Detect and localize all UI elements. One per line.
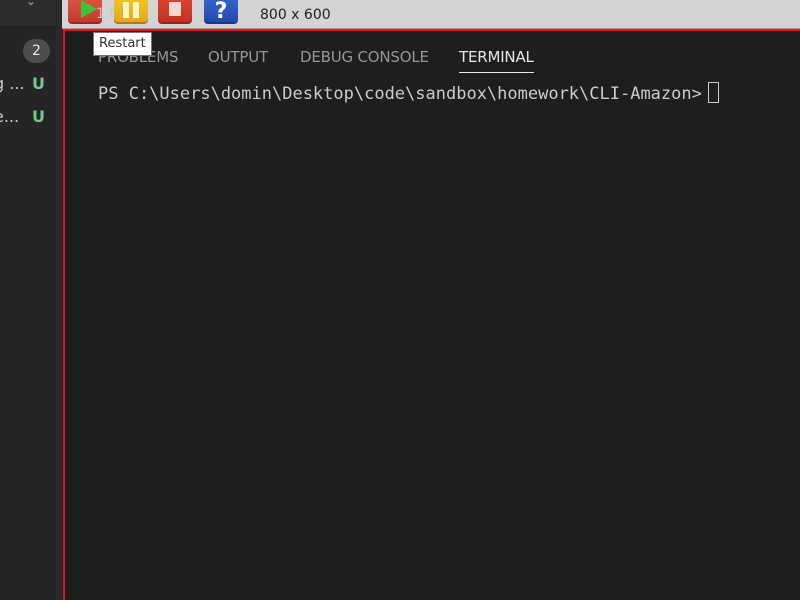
tab-terminal[interactable]: TERMINAL [459, 46, 534, 73]
git-status-untracked: U [32, 107, 45, 126]
changes-count-badge: 2 [23, 39, 50, 63]
capture-dimensions: 800 x 600 [260, 7, 331, 23]
restart-tooltip: Restart [93, 32, 152, 56]
play-icon [81, 0, 97, 18]
sidebar-divider [56, 0, 62, 600]
file-list-item[interactable]: g ... U [0, 73, 56, 95]
pause-icon [133, 2, 139, 18]
stop-icon [169, 2, 181, 16]
help-button[interactable]: ? [204, 0, 238, 24]
terminal-prompt-line[interactable]: PS C:\Users\domin\Desktop\code\sandbox\h… [98, 82, 719, 104]
file-name: e... [0, 107, 20, 126]
git-status-untracked: U [32, 74, 45, 93]
file-list-item[interactable]: e... U [0, 106, 56, 128]
terminal-prompt: PS C:\Users\domin\Desktop\code\sandbox\h… [98, 84, 702, 104]
recorder-toolbar: 1.6 ? 800 x 600 [62, 0, 800, 29]
explorer-sidebar: ⌄ 2 g ... U e... U [0, 0, 56, 600]
chevron-down-icon[interactable]: ⌄ [26, 0, 36, 8]
terminal-cursor [707, 82, 719, 103]
pause-icon [123, 2, 129, 18]
pause-button[interactable] [114, 0, 148, 24]
file-name: g ... [0, 74, 25, 93]
recording-region-frame [63, 29, 800, 600]
tab-debug-console[interactable]: DEBUG CONSOLE [300, 46, 429, 72]
tab-output[interactable]: OUTPUT [208, 46, 268, 72]
stop-button[interactable] [158, 0, 192, 24]
sidebar-header: ⌄ [0, 0, 56, 26]
